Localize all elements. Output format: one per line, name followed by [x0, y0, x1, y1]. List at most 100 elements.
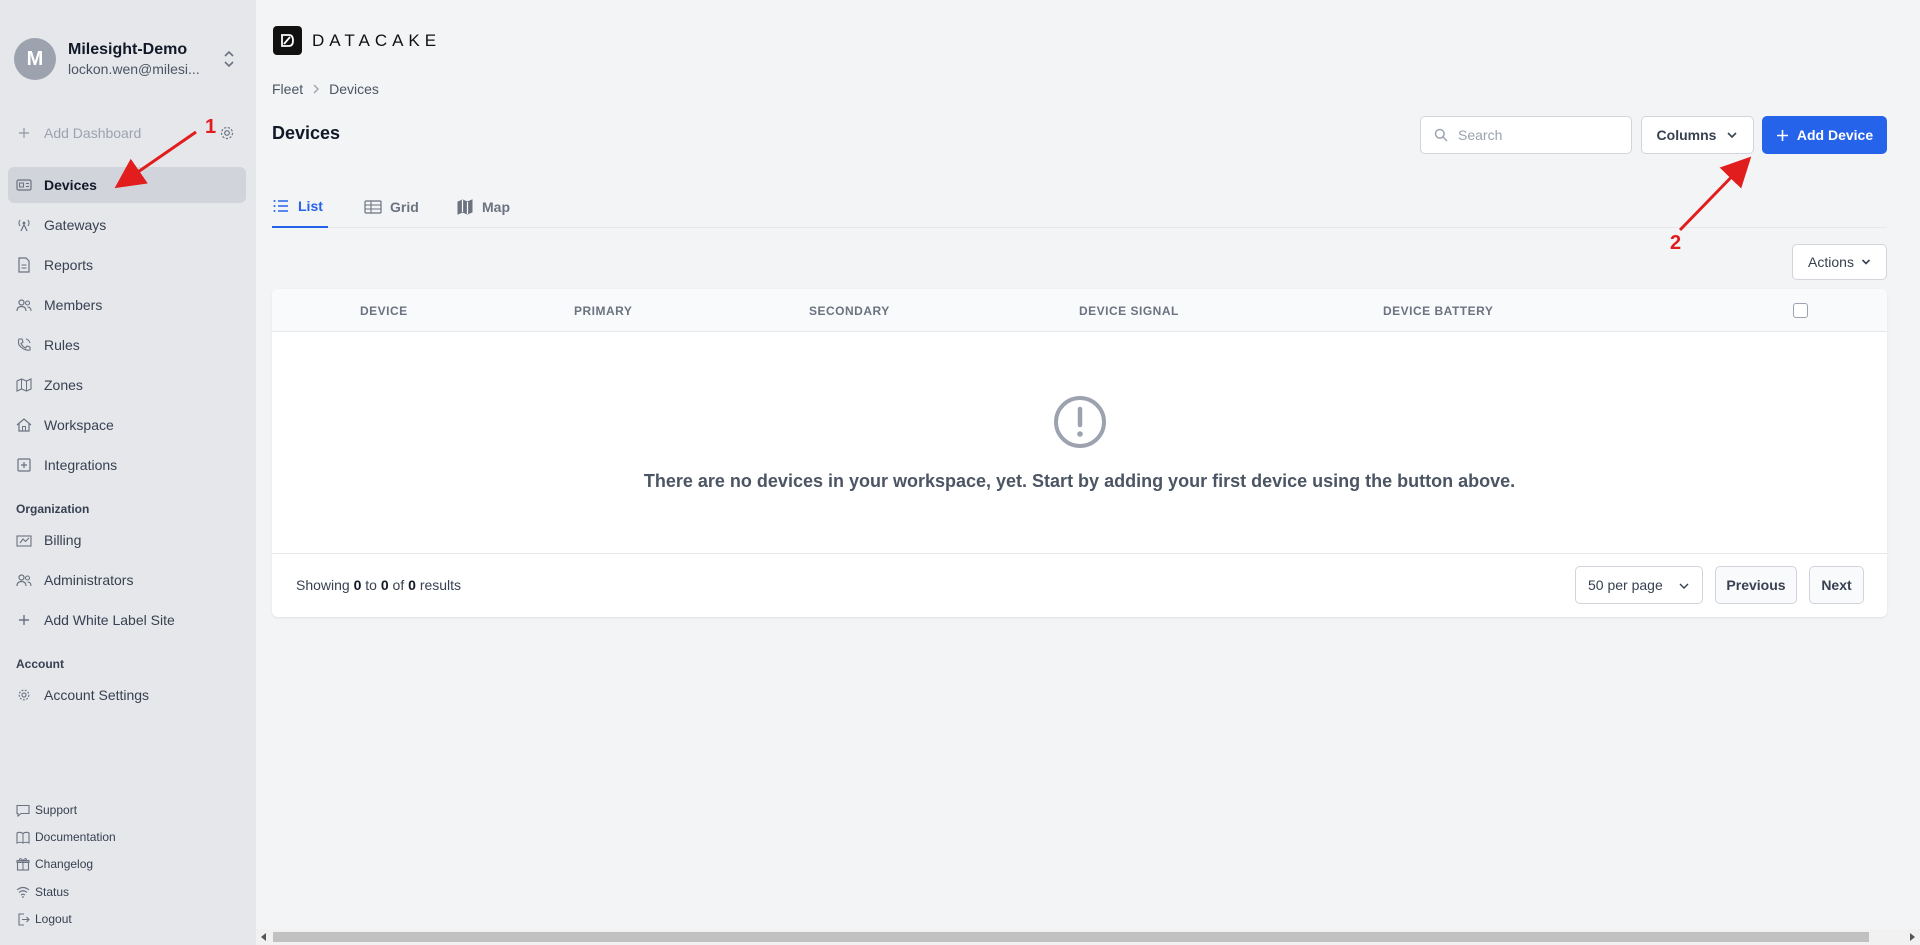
- sidebar-item-gateways[interactable]: Gateways: [8, 207, 246, 243]
- wifi-icon: [16, 885, 30, 899]
- administrators-icon: [16, 572, 32, 588]
- sidebar: M Milesight-Demo lockon.wen@milesi... Ad…: [0, 0, 256, 945]
- annotation-marker-1: 1: [205, 116, 217, 138]
- sidebar-item-label: Account Settings: [44, 687, 150, 703]
- footer-link-documentation[interactable]: Documentation: [16, 827, 116, 847]
- footer-link-status[interactable]: Status: [16, 882, 69, 902]
- view-tabs: List Grid Map: [272, 186, 1887, 228]
- tab-label: List: [298, 198, 323, 214]
- scroll-right-icon[interactable]: [1908, 933, 1916, 941]
- gear-icon: [16, 687, 32, 703]
- chevron-up-down-icon: [224, 50, 234, 68]
- columns-button[interactable]: Columns: [1641, 116, 1754, 154]
- sidebar-item-zones[interactable]: Zones: [8, 367, 246, 403]
- table-footer: Showing 0 to 0 of 0 results 50 per page …: [272, 553, 1887, 617]
- list-icon: [272, 198, 290, 214]
- sidebar-item-administrators[interactable]: Administrators: [8, 562, 246, 598]
- footer-link-changelog[interactable]: Changelog: [16, 854, 93, 874]
- datacake-logo-icon: [273, 26, 302, 55]
- actions-dropdown[interactable]: Actions: [1792, 244, 1887, 280]
- chevron-right-icon: [312, 81, 320, 97]
- previous-page-button[interactable]: Previous: [1715, 566, 1797, 604]
- plus-icon: [1776, 129, 1788, 141]
- avatar: M: [14, 38, 56, 80]
- actions-label: Actions: [1808, 254, 1854, 270]
- select-all-checkbox[interactable]: [1793, 303, 1808, 318]
- breadcrumb-current: Devices: [329, 81, 379, 97]
- chat-icon: [16, 803, 30, 817]
- logout-icon: [16, 912, 30, 926]
- search-icon: [1434, 128, 1448, 142]
- gear-icon[interactable]: [219, 125, 235, 141]
- column-header-primary[interactable]: PRIMARY: [574, 289, 632, 332]
- footer-link-logout[interactable]: Logout: [16, 909, 72, 929]
- results-of-word: of: [392, 577, 405, 593]
- tab-list[interactable]: List: [272, 186, 328, 228]
- scroll-left-icon[interactable]: [260, 933, 268, 941]
- scrollbar-thumb[interactable]: [273, 932, 1869, 942]
- plus-icon: [16, 612, 32, 628]
- rules-icon: [16, 337, 32, 353]
- chevron-down-icon: [1679, 583, 1689, 589]
- footer-link-label: Status: [35, 885, 70, 899]
- table-icon: [364, 199, 382, 215]
- per-page-value: 50 per page: [1588, 577, 1663, 593]
- sidebar-item-reports[interactable]: Reports: [8, 247, 246, 283]
- tab-map[interactable]: Map: [456, 186, 510, 228]
- map-icon: [16, 377, 32, 393]
- gateway-icon: [16, 217, 32, 233]
- sidebar-item-label: Devices: [44, 177, 97, 193]
- workspace-switcher[interactable]: M Milesight-Demo lockon.wen@milesi...: [14, 38, 244, 80]
- annotation-marker-2: 2: [1670, 232, 1682, 254]
- plus-icon: [16, 125, 32, 141]
- section-label-account: Account: [16, 657, 64, 671]
- footer-link-label: Logout: [35, 912, 72, 926]
- integrations-icon: [16, 457, 32, 473]
- footer-link-label: Support: [35, 803, 78, 817]
- brand-name: DATACAKE: [312, 30, 442, 50]
- results-to-word: to: [365, 577, 377, 593]
- tab-grid[interactable]: Grid: [364, 186, 419, 228]
- per-page-select[interactable]: 50 per page: [1575, 566, 1703, 604]
- footer-link-support[interactable]: Support: [16, 800, 77, 820]
- page-title: Devices: [272, 123, 341, 143]
- sidebar-item-devices[interactable]: Devices: [8, 167, 246, 203]
- tab-label: Map: [482, 199, 510, 215]
- add-device-label: Add Device: [1796, 127, 1874, 143]
- sidebar-item-label: Members: [44, 297, 103, 313]
- breadcrumb-parent[interactable]: Fleet: [272, 81, 303, 97]
- members-icon: [16, 297, 32, 313]
- column-header-device[interactable]: DEVICE: [360, 289, 408, 332]
- columns-label: Columns: [1656, 127, 1717, 143]
- devices-icon: [16, 177, 32, 193]
- column-header-secondary[interactable]: SECONDARY: [809, 289, 890, 332]
- search-box[interactable]: [1420, 116, 1632, 154]
- sidebar-item-integrations[interactable]: Integrations: [8, 447, 246, 483]
- next-page-button[interactable]: Next: [1809, 566, 1864, 604]
- add-dashboard-label: Add Dashboard: [44, 125, 142, 141]
- sidebar-item-label: Rules: [44, 337, 80, 353]
- results-to: 0: [380, 577, 389, 593]
- horizontal-scrollbar[interactable]: [256, 929, 1920, 945]
- results-word: results: [419, 577, 462, 593]
- brand-logo[interactable]: DATACAKE: [273, 26, 441, 55]
- table-header: DEVICE PRIMARY SECONDARY DEVICE SIGNAL D…: [272, 289, 1887, 332]
- sidebar-item-workspace[interactable]: Workspace: [8, 407, 246, 443]
- sidebar-item-members[interactable]: Members: [8, 287, 246, 323]
- breadcrumb: Fleet Devices: [272, 81, 379, 97]
- sidebar-item-rules[interactable]: Rules: [8, 327, 246, 363]
- workspace-name: Milesight-Demo: [68, 41, 188, 58]
- home-icon: [16, 417, 32, 433]
- search-input[interactable]: [1458, 127, 1618, 143]
- report-icon: [16, 257, 32, 273]
- add-device-button[interactable]: Add Device: [1762, 116, 1887, 154]
- map-icon: [456, 199, 474, 215]
- column-header-device-signal[interactable]: DEVICE SIGNAL: [1079, 289, 1179, 332]
- sidebar-item-billing[interactable]: Billing: [8, 522, 246, 558]
- results-prefix: Showing: [296, 577, 350, 593]
- sidebar-item-account-settings[interactable]: Account Settings: [8, 677, 246, 713]
- column-header-device-battery[interactable]: DEVICE BATTERY: [1383, 289, 1493, 332]
- sidebar-item-add-white-label-site[interactable]: Add White Label Site: [8, 602, 246, 638]
- results-summary: Showing 0 to 0 of 0 results: [296, 577, 461, 593]
- sidebar-item-label: Reports: [44, 257, 94, 273]
